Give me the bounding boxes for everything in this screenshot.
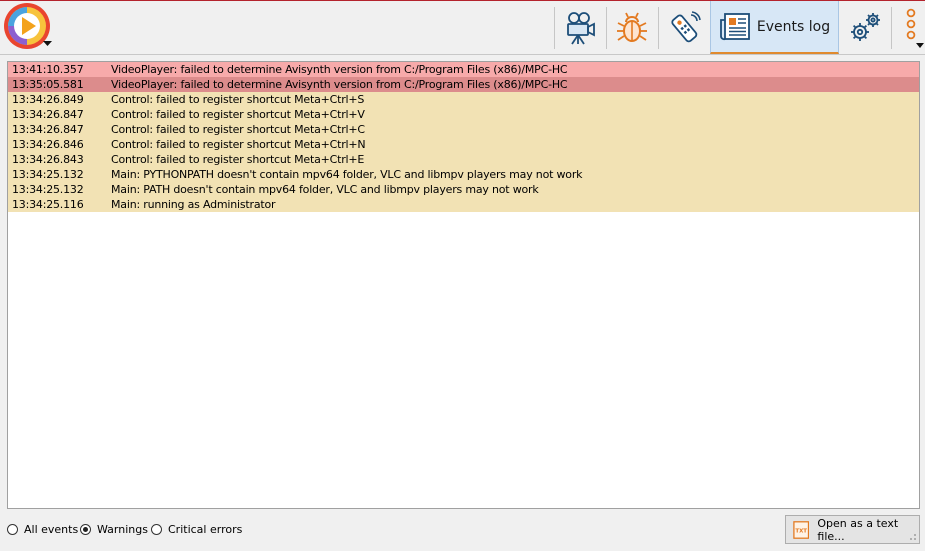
log-time: 13:34:26.847 <box>12 123 84 136</box>
more-options-button[interactable] <box>892 1 925 54</box>
radio-label: Warnings <box>97 522 148 536</box>
app-menu-button[interactable] <box>2 2 54 52</box>
newspaper-icon <box>719 12 750 40</box>
open-as-text-file-button[interactable]: TXT Open as a text file... <box>785 515 920 544</box>
toolbar: Events log <box>0 1 925 55</box>
settings-button[interactable] <box>840 1 890 54</box>
remote-button[interactable] <box>659 1 709 54</box>
log-time: 13:35:05.581 <box>12 78 84 91</box>
log-time: 13:34:26.849 <box>12 93 84 106</box>
log-row[interactable]: 13:34:26.846 Control: failed to register… <box>8 137 919 152</box>
radio-circle-checked <box>80 523 91 535</box>
log-message: Main: PYTHONPATH doesn't contain mpv64 f… <box>111 168 583 181</box>
log-message: Main: PATH doesn't contain mpv64 folder,… <box>111 183 539 196</box>
log-time: 13:34:25.116 <box>12 198 84 211</box>
txt-file-icon: TXT <box>793 520 810 539</box>
log-row[interactable]: 13:34:25.132 Main: PYTHONPATH doesn't co… <box>8 167 919 182</box>
log-time: 13:34:25.132 <box>12 183 84 196</box>
log-row[interactable]: 13:34:26.843 Control: failed to register… <box>8 152 919 167</box>
radio-circle <box>7 523 18 535</box>
log-row[interactable]: 13:34:26.849 Control: failed to register… <box>8 92 919 107</box>
vertical-dots-icon <box>906 8 924 48</box>
log-time: 13:34:26.847 <box>12 108 84 121</box>
log-time: 13:41:10.357 <box>12 63 84 76</box>
log-row[interactable]: 13:34:26.847 Control: failed to register… <box>8 107 919 122</box>
video-camera-icon <box>567 11 595 44</box>
log-message: VideoPlayer: failed to determine Avisynt… <box>111 78 568 91</box>
log-message: Main: running as Administrator <box>111 198 276 211</box>
log-message: Control: failed to register shortcut Met… <box>111 93 365 106</box>
radio-label: All events <box>24 522 79 536</box>
tab-events-log-label: Events log <box>756 18 831 35</box>
log-time: 13:34:26.846 <box>12 138 84 151</box>
svg-text:TXT: TXT <box>795 528 807 534</box>
tab-events-log[interactable]: Events log <box>710 1 839 54</box>
log-row[interactable]: 13:34:25.116 Main: running as Administra… <box>8 197 919 212</box>
bug-icon <box>617 12 647 42</box>
radio-label: Critical errors <box>168 522 243 536</box>
log-row-selected[interactable]: 13:35:05.581 VideoPlayer: failed to dete… <box>8 77 919 92</box>
log-message: VideoPlayer: failed to determine Avisynt… <box>111 63 568 76</box>
filter-critical-errors-radio[interactable]: Critical errors <box>151 522 242 536</box>
radio-circle <box>151 523 162 535</box>
events-log-list[interactable]: 13:41:10.357 VideoPlayer: failed to dete… <box>7 61 920 509</box>
filter-bar: All events Warnings Critical errors TXT … <box>0 510 925 551</box>
debug-button[interactable] <box>607 1 657 54</box>
resize-grip-icon <box>910 534 916 540</box>
log-message: Control: failed to register shortcut Met… <box>111 153 365 166</box>
log-time: 13:34:26.843 <box>12 153 84 166</box>
remote-control-icon <box>671 10 701 42</box>
log-time: 13:34:25.132 <box>12 168 84 181</box>
log-row[interactable]: 13:34:26.847 Control: failed to register… <box>8 122 919 137</box>
log-message: Control: failed to register shortcut Met… <box>111 123 365 136</box>
gears-icon <box>851 12 880 41</box>
chevron-down-icon <box>43 41 52 46</box>
player-button[interactable] <box>555 1 605 54</box>
log-row[interactable]: 13:34:25.132 Main: PATH doesn't contain … <box>8 182 919 197</box>
open-as-text-file-label: Open as a text file... <box>817 516 899 543</box>
log-row[interactable]: 13:41:10.357 VideoPlayer: failed to dete… <box>8 62 919 77</box>
filter-all-events-radio[interactable]: All events <box>7 522 78 536</box>
log-message: Control: failed to register shortcut Met… <box>111 138 366 151</box>
filter-warnings-radio[interactable]: Warnings <box>80 522 148 536</box>
log-message: Control: failed to register shortcut Met… <box>111 108 365 121</box>
